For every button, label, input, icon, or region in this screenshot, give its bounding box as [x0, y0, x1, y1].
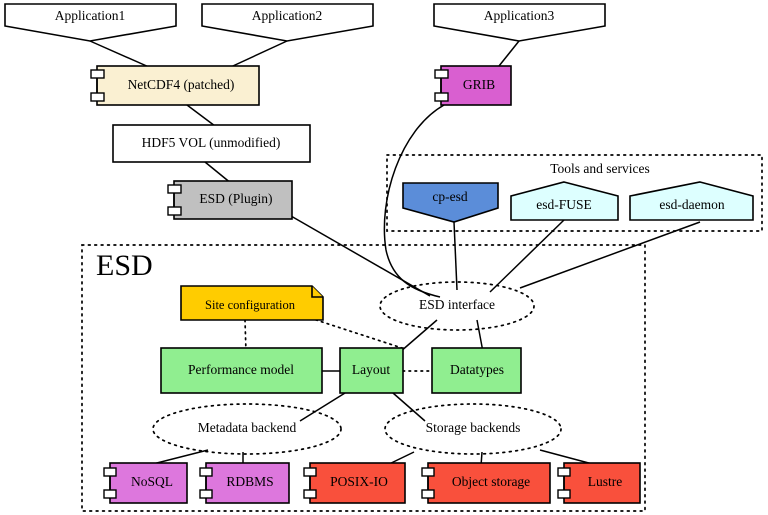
component-netcdf4-label: NetCDF4 (patched)	[128, 77, 235, 92]
component-grib[interactable]: GRIB	[434, 65, 512, 106]
component-grib-label: GRIB	[463, 77, 495, 92]
component-esd-plugin-port-bottom	[167, 206, 182, 216]
backend-nosql-port-top	[103, 467, 117, 477]
backend-lustre-port-top	[557, 467, 571, 477]
backend-object-storage-port-bottom	[421, 489, 435, 499]
backend-rdbms-port-bottom	[199, 489, 213, 499]
edge-esddaemon-interface	[519, 221, 701, 289]
module-datatypes-label: Datatypes	[450, 362, 504, 377]
tool-esd-fuse-label: esd-FUSE	[536, 197, 592, 212]
backend-posix-io-port-bottom	[303, 489, 317, 499]
component-netcdf4[interactable]: NetCDF4 (patched)	[90, 65, 260, 106]
component-esd-plugin-port-top	[167, 184, 182, 194]
backend-group-storage[interactable]: Storage backends	[384, 403, 562, 455]
architecture-diagram: Tools and services ESD Application1 Appl…	[4, 3, 763, 512]
backend-object-storage-port-top	[421, 467, 435, 477]
application-app3-label: Application3	[484, 8, 555, 23]
backend-nosql-label: NoSQL	[131, 474, 173, 489]
module-datatypes[interactable]: Datatypes	[431, 347, 522, 394]
tool-esd-fuse[interactable]: esd-FUSE	[510, 181, 619, 221]
backend-rdbms-label: RDBMS	[226, 474, 273, 489]
component-netcdf4-port-bottom	[90, 92, 105, 102]
edge-siteconfig-layout	[309, 317, 403, 349]
backend-posix-io-port-top	[303, 467, 317, 477]
component-grib-port-bottom	[434, 92, 449, 102]
backend-nosql-port-bottom	[103, 489, 117, 499]
esd-group-label: ESD	[96, 249, 153, 282]
application-app1-label: Application1	[55, 8, 126, 23]
box-hdf5-vol[interactable]: HDF5 VOL (unmodified)	[112, 124, 311, 163]
tools-and-services-label: Tools and services	[550, 161, 650, 176]
edge-layout-storage	[392, 392, 426, 422]
application-app3[interactable]: Application3	[433, 3, 606, 42]
note-site-configuration[interactable]: Site configuration	[180, 285, 324, 321]
tool-cp-esd[interactable]: cp-esd	[402, 182, 499, 223]
component-netcdf4-port-top	[90, 69, 105, 79]
backend-nosql[interactable]: NoSQL	[103, 462, 188, 504]
edge-layout-metadata	[299, 392, 346, 422]
module-layout[interactable]: Layout	[339, 347, 404, 394]
tool-esd-daemon-label: esd-daemon	[659, 197, 724, 212]
esd-interface-label: ESD interface	[419, 297, 495, 312]
module-performance-model[interactable]: Performance model	[160, 347, 323, 394]
backend-lustre-port-bottom	[557, 489, 571, 499]
tool-esd-daemon[interactable]: esd-daemon	[629, 181, 754, 221]
component-esd-plugin-label: ESD (Plugin)	[199, 191, 272, 206]
component-esd-plugin[interactable]: ESD (Plugin)	[167, 180, 293, 220]
backend-group-storage-label: Storage backends	[426, 420, 521, 435]
backend-lustre[interactable]: Lustre	[557, 462, 641, 504]
application-app1[interactable]: Application1	[4, 3, 177, 42]
edge-cpesd-interface	[453, 221, 458, 291]
backend-object-storage[interactable]: Object storage	[421, 462, 551, 504]
note-site-configuration-label: Site configuration	[205, 298, 296, 312]
diagram-canvas: Tools and services ESD Application1 Appl…	[0, 0, 768, 515]
application-app2-label: Application2	[252, 8, 323, 23]
box-hdf5-vol-label: HDF5 VOL (unmodified)	[142, 135, 281, 150]
backend-rdbms-port-top	[199, 467, 213, 477]
backend-group-metadata-label: Metadata backend	[198, 420, 297, 435]
backend-lustre-label: Lustre	[588, 474, 623, 489]
backend-posix-io-label: POSIX-IO	[330, 474, 388, 489]
backend-posix-io[interactable]: POSIX-IO	[303, 462, 406, 504]
backend-rdbms[interactable]: RDBMS	[199, 462, 290, 504]
note-site-configuration-fold	[311, 286, 323, 298]
edge-netcdf4-hdf5	[186, 104, 216, 127]
backend-object-storage-label: Object storage	[452, 474, 530, 489]
module-performance-model-label: Performance model	[188, 362, 294, 377]
backend-group-metadata[interactable]: Metadata backend	[152, 403, 342, 455]
component-grib-port-top	[434, 69, 449, 79]
tool-cp-esd-label: cp-esd	[432, 189, 467, 204]
edge-esdplugin-interface	[290, 215, 431, 297]
application-app2[interactable]: Application2	[201, 3, 374, 42]
module-layout-label: Layout	[352, 362, 390, 377]
